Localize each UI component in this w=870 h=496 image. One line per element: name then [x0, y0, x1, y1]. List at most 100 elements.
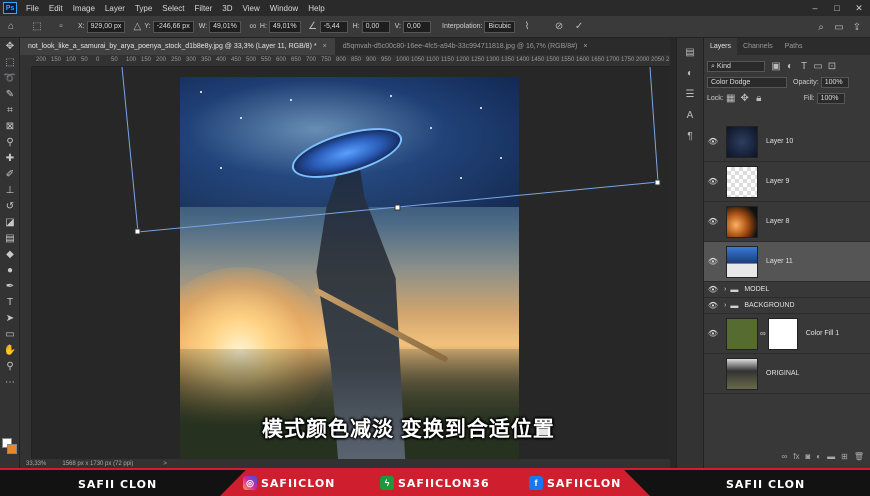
adjustment-layer-icon[interactable]: ◐ — [816, 452, 821, 464]
fill-input[interactable]: 100% — [816, 92, 845, 104]
new-layer-icon[interactable]: ⊞ — [841, 452, 848, 464]
layer-row[interactable]: 👁︎ Layer 8 — [704, 202, 870, 242]
marquee-tool-icon[interactable]: ⬚ — [0, 54, 20, 70]
dodge-tool-icon[interactable]: ● — [0, 262, 20, 278]
rectangle-tool-icon[interactable]: ▭ — [0, 326, 20, 342]
layer-row-selected[interactable]: 👁︎ Layer 11 — [704, 242, 870, 282]
tab-second-document[interactable]: d5qmvah-d5c00c80-16ee-4fc5-a94b-33c99471… — [335, 38, 596, 55]
menu-edit[interactable]: Edit — [44, 4, 68, 13]
lock-position-icon[interactable]: ✥ — [738, 91, 752, 105]
properties-panel-icon[interactable]: ☰ — [683, 87, 697, 101]
warp-icon[interactable]: ⌇ — [520, 20, 534, 34]
menu-file[interactable]: File — [21, 4, 44, 13]
move-tool-icon[interactable]: ✥ — [0, 38, 20, 54]
workspace-icon[interactable]: ▭ — [832, 20, 846, 34]
gradient-tool-icon[interactable]: ▤ — [0, 230, 20, 246]
menu-select[interactable]: Select — [157, 4, 189, 13]
crop-tool-icon[interactable]: ⌗ — [0, 102, 20, 118]
background-color-swatch[interactable] — [7, 444, 17, 454]
adjustments-panel-icon[interactable]: ◐ — [683, 66, 697, 80]
type-tool-icon[interactable]: T — [0, 294, 20, 310]
tab-samurai-document[interactable]: not_look_like_a_samurai_by_arya_poenya_s… — [20, 38, 335, 55]
vskew-input[interactable]: 0,00 — [403, 20, 431, 33]
visibility-eye-icon[interactable]: 👁︎ — [704, 257, 722, 266]
search-icon[interactable]: ⌕ — [814, 20, 828, 34]
fx-icon[interactable]: fx — [793, 452, 799, 464]
tab-layers[interactable]: Layers — [704, 38, 738, 55]
hand-tool-icon[interactable]: ✋ — [0, 342, 20, 358]
layer-row[interactable]: 👁︎ Layer 9 — [704, 162, 870, 202]
layer-group-row[interactable]: 👁︎ › ▬ MODEL — [704, 282, 870, 298]
menu-view[interactable]: View — [238, 4, 265, 13]
visibility-eye-icon[interactable]: 👁︎ — [704, 177, 722, 186]
more-tools-icon[interactable]: ⋯ — [0, 374, 20, 390]
smart-filter-icon[interactable]: ⊡ — [825, 59, 839, 73]
layer-kind-filter[interactable]: ⌕ Kind — [707, 60, 765, 72]
pixel-filter-icon[interactable]: ▣ — [769, 59, 783, 73]
lock-all-icon[interactable]: 🔒︎ — [752, 91, 766, 105]
adjustment-filter-icon[interactable]: ◐ — [783, 59, 797, 73]
stamp-tool-icon[interactable]: ⊥ — [0, 182, 20, 198]
angle-input[interactable]: -5,44 — [319, 20, 348, 33]
layer-group-row[interactable]: 👁︎ › ▬ BACKGROUND — [704, 298, 870, 314]
eyedropper-tool-icon[interactable]: ⚲ — [0, 134, 20, 150]
tab-paths[interactable]: Paths — [779, 38, 809, 55]
menu-3d[interactable]: 3D — [217, 4, 237, 13]
document-image[interactable] — [180, 77, 519, 459]
healing-brush-tool-icon[interactable]: ✚ — [0, 150, 20, 166]
visibility-eye-icon[interactable]: 👁︎ — [704, 137, 722, 146]
link-icon[interactable]: ∞ — [246, 20, 260, 34]
tab-channels[interactable]: Channels — [737, 38, 779, 55]
maximize-button[interactable]: □ — [826, 0, 848, 16]
close-tab-icon[interactable]: × — [583, 43, 587, 50]
blend-mode-select[interactable]: Color Dodge — [707, 76, 787, 88]
layer-row[interactable]: ORIGINAL — [704, 354, 870, 394]
new-group-icon[interactable]: ▬ — [827, 452, 835, 464]
reference-point-icon[interactable]: ▫ — [54, 20, 68, 34]
paragraph-panel-icon[interactable]: ¶ — [683, 129, 697, 143]
frame-tool-icon[interactable]: ⊠ — [0, 118, 20, 134]
interpolation-select[interactable]: Bicubic — [484, 20, 516, 33]
w-input[interactable]: 49,01% — [209, 20, 241, 33]
history-panel-icon[interactable]: ▤ — [683, 45, 697, 59]
visibility-eye-icon[interactable]: 👁︎ — [704, 217, 722, 226]
expand-chevron-icon[interactable]: › — [724, 302, 726, 309]
visibility-eye-icon[interactable]: 👁︎ — [704, 301, 722, 310]
pen-tool-icon[interactable]: ✒ — [0, 278, 20, 294]
type-filter-icon[interactable]: T — [797, 59, 811, 73]
layer-row[interactable]: 👁︎ ∞ Color Fill 1 — [704, 314, 870, 354]
menu-layer[interactable]: Layer — [100, 4, 130, 13]
path-select-tool-icon[interactable]: ➤ — [0, 310, 20, 326]
visibility-eye-icon[interactable]: 👁︎ — [704, 285, 722, 294]
chain-link-icon[interactable]: ∞ — [760, 329, 766, 338]
visibility-eye-icon[interactable]: 👁︎ — [704, 329, 722, 338]
link-layers-icon[interactable]: ∞ — [782, 452, 788, 464]
minimize-button[interactable]: – — [804, 0, 826, 16]
menu-help[interactable]: Help — [303, 4, 329, 13]
brush-tool-icon[interactable]: ✐ — [0, 166, 20, 182]
zoom-tool-icon[interactable]: ⚲ — [0, 358, 20, 374]
zoom-level[interactable]: 33,33% — [26, 461, 46, 467]
x-input[interactable]: 929,00 px — [86, 20, 126, 33]
canvas-area[interactable]: 模式颜色减淡 变换到合适位置 — [32, 67, 670, 459]
expand-chevron-icon[interactable]: › — [724, 286, 726, 293]
history-brush-tool-icon[interactable]: ↺ — [0, 198, 20, 214]
menu-image[interactable]: Image — [68, 4, 100, 13]
lasso-tool-icon[interactable]: ➰ — [0, 70, 20, 86]
close-window-button[interactable]: ✕ — [848, 0, 870, 16]
close-tab-icon[interactable]: × — [323, 43, 327, 50]
commit-transform-icon[interactable]: ✓ — [572, 20, 586, 34]
opacity-input[interactable]: 100% — [820, 76, 849, 88]
hskew-input[interactable]: 0,00 — [361, 20, 390, 33]
share-icon[interactable]: ⇪ — [850, 20, 864, 34]
blur-tool-icon[interactable]: ◆ — [0, 246, 20, 262]
add-mask-icon[interactable]: ◙ — [805, 452, 810, 464]
status-menu-arrow[interactable]: > — [163, 461, 167, 467]
home-icon[interactable]: ⌂ — [4, 20, 18, 34]
quick-select-tool-icon[interactable]: ✎ — [0, 86, 20, 102]
character-panel-icon[interactable]: A — [683, 108, 697, 122]
menu-window[interactable]: Window — [265, 4, 303, 13]
eraser-tool-icon[interactable]: ◪ — [0, 214, 20, 230]
transform-tool-icon[interactable]: ⬚ — [30, 20, 44, 34]
y-input[interactable]: -246,66 px — [152, 20, 194, 33]
